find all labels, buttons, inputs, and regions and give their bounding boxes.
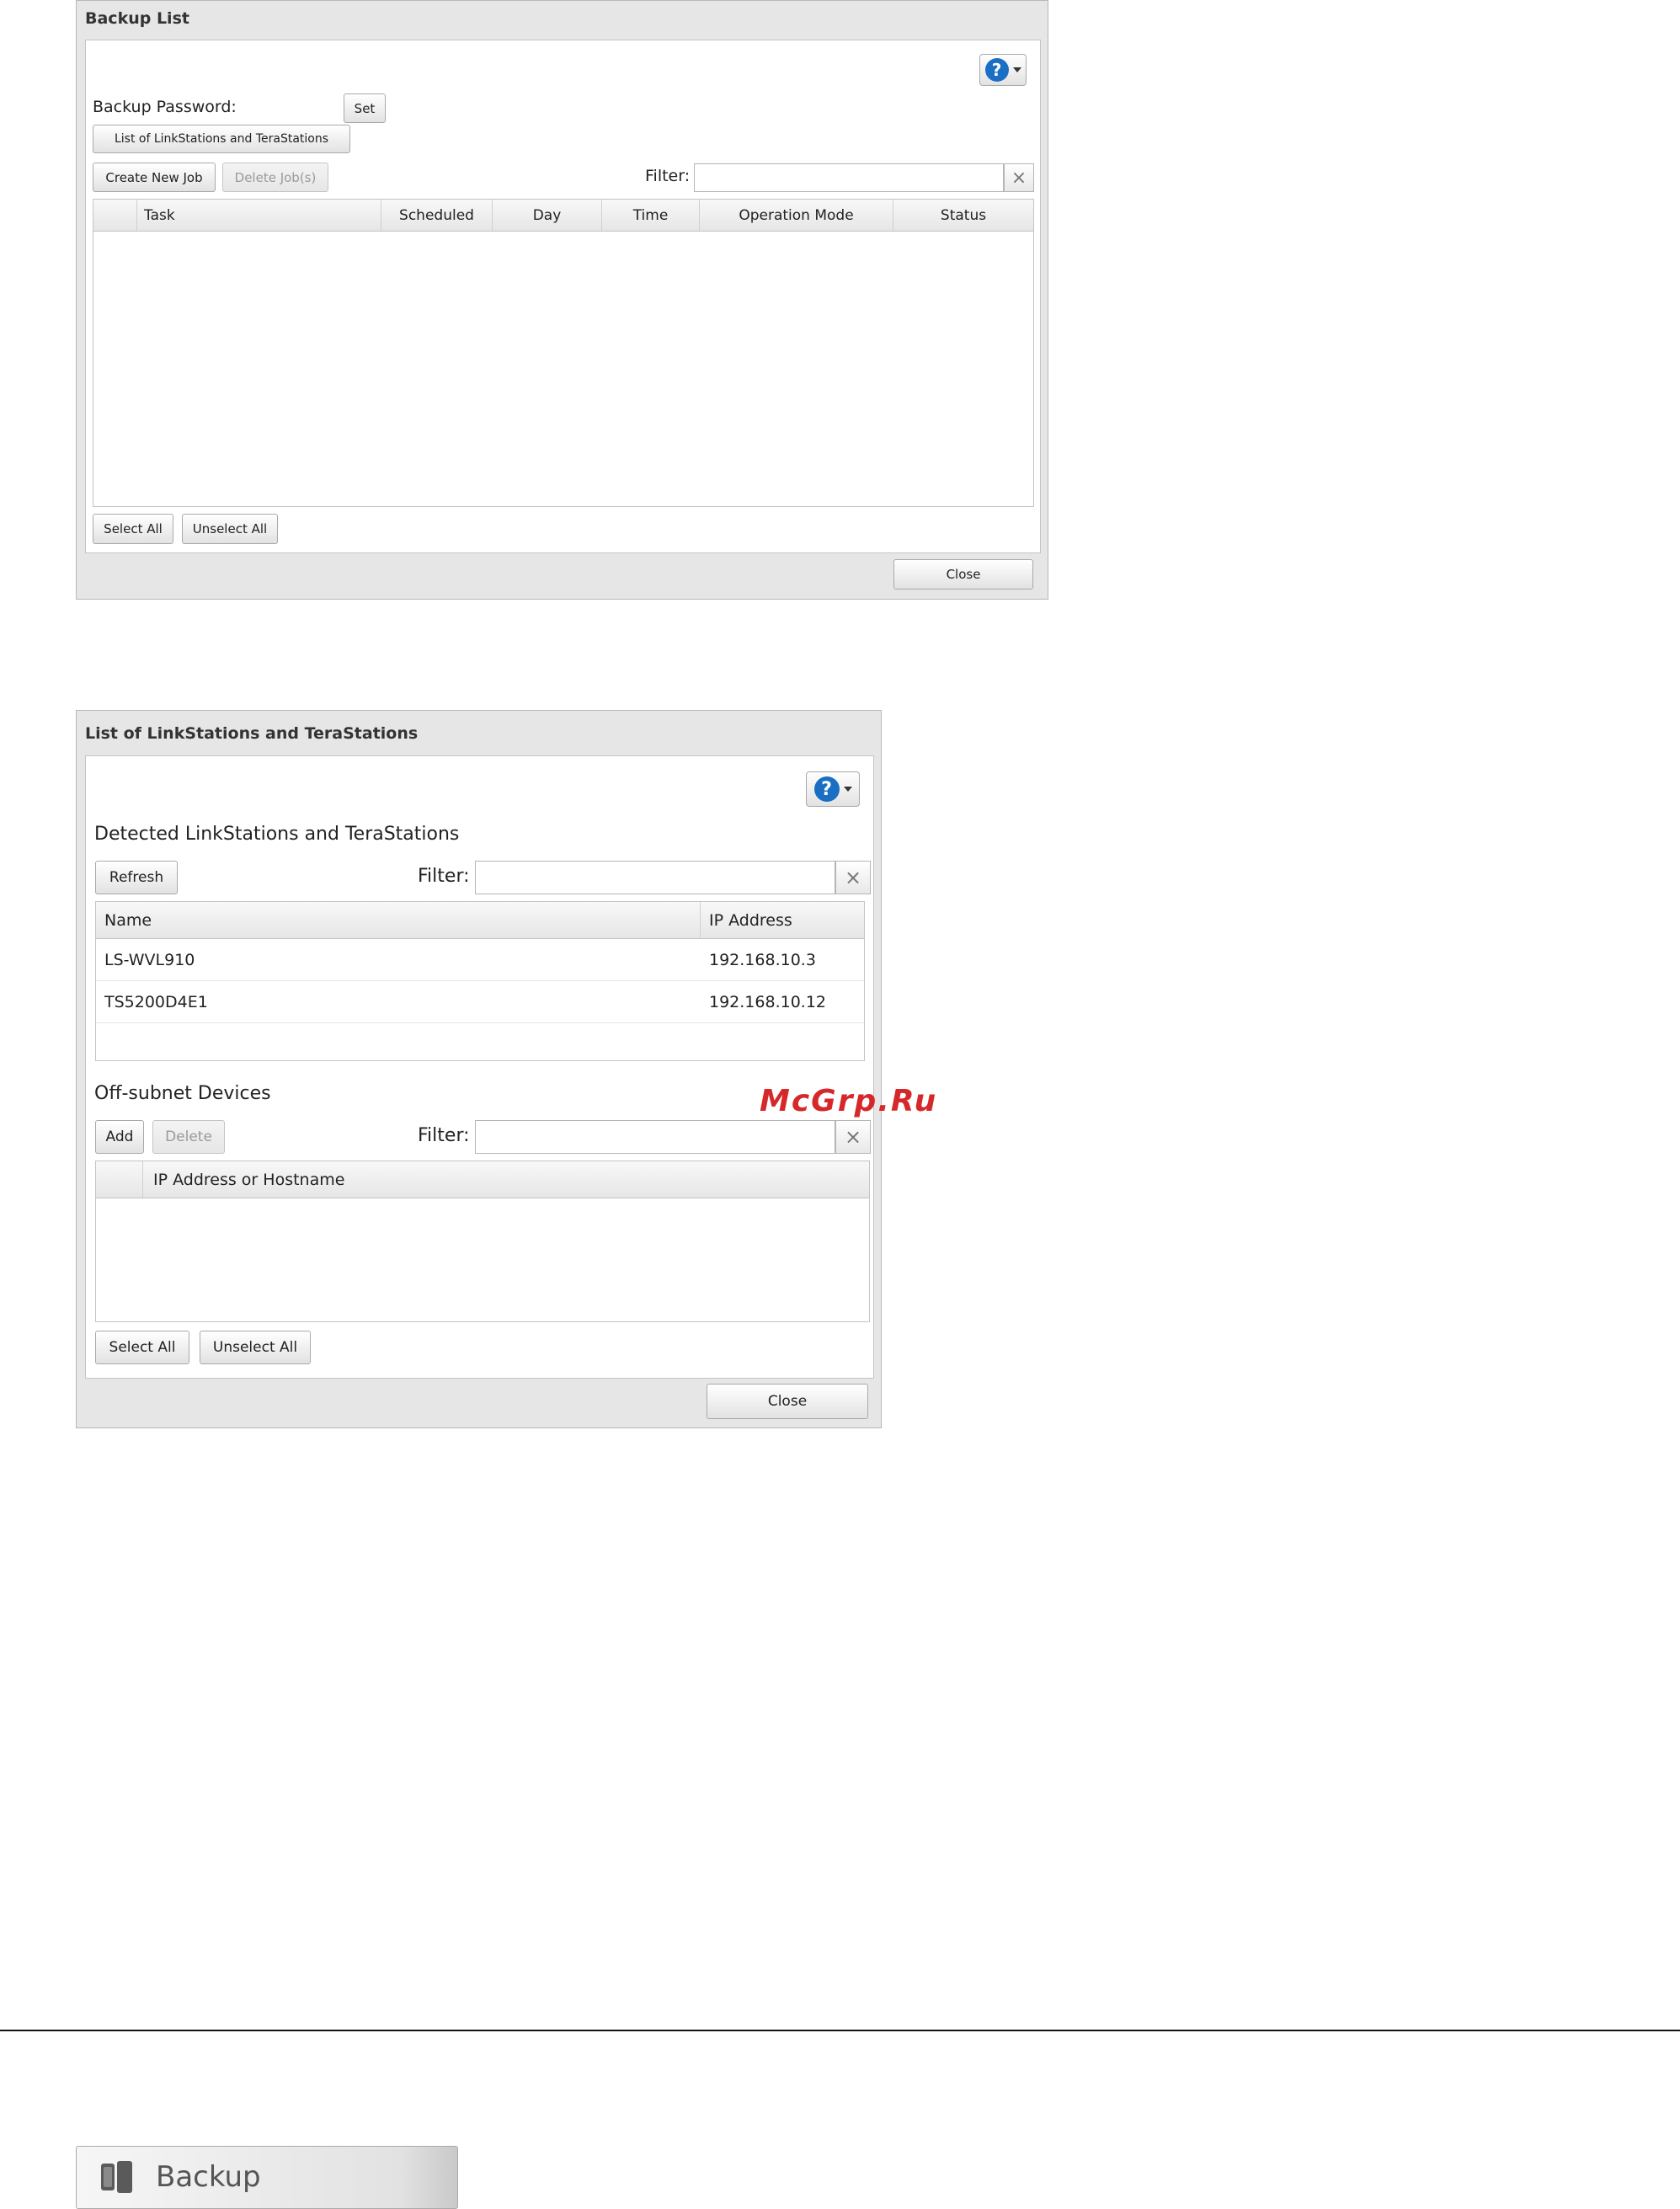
backup-list-dialog: Backup List ? Backup Password: Set List … xyxy=(76,0,1048,600)
column-header[interactable]: Status xyxy=(893,200,1033,231)
refresh-button[interactable]: Refresh xyxy=(95,861,178,894)
list-stations-button[interactable]: List of LinkStations and TeraStations xyxy=(93,125,350,153)
detected-table: Name IP Address LS-WVL910 192.168.10.3 T… xyxy=(95,901,865,1061)
backup-list-panel: ? Backup Password: Set List of LinkStati… xyxy=(85,40,1041,553)
set-password-button[interactable]: Set xyxy=(344,93,386,123)
filter-clear-icon[interactable]: × xyxy=(835,1120,871,1154)
detected-heading: Detected LinkStations and TeraStations xyxy=(94,824,460,845)
dialog-title: List of LinkStations and TeraStations xyxy=(85,724,419,743)
device-ip: 192.168.10.3 xyxy=(709,950,816,969)
device-ip: 192.168.10.12 xyxy=(709,992,827,1011)
help-icon: ? xyxy=(984,58,1009,82)
stations-panel: ? Detected LinkStations and TeraStations… xyxy=(85,755,874,1379)
offsubnet-table: IP Address or Hostname xyxy=(95,1161,870,1322)
stations-dialog: List of LinkStations and TeraStations ? … xyxy=(76,710,882,1428)
close-button[interactable]: Close xyxy=(893,559,1033,590)
help-button[interactable]: ? xyxy=(806,771,860,807)
offsubnet-filter-input[interactable] xyxy=(475,1120,835,1154)
jobs-table-header: Task Scheduled Day Time Operation Mode S… xyxy=(93,200,1033,232)
column-header[interactable]: IP Address or Hostname xyxy=(143,1161,869,1198)
column-header[interactable]: Task xyxy=(137,200,381,231)
column-header[interactable]: IP Address xyxy=(701,902,864,938)
device-name: TS5200D4E1 xyxy=(104,992,208,1011)
delete-jobs-button[interactable]: Delete Job(s) xyxy=(222,163,328,192)
jobs-table: Task Scheduled Day Time Operation Mode S… xyxy=(93,199,1034,507)
column-header[interactable]: Name xyxy=(96,902,701,938)
filter-label: Filter: xyxy=(645,167,691,185)
filter-input[interactable] xyxy=(694,163,1004,192)
backup-icon xyxy=(101,2161,132,2193)
unselect-all-button[interactable]: Unselect All xyxy=(200,1331,311,1364)
delete-device-button[interactable]: Delete xyxy=(152,1120,225,1154)
help-button[interactable]: ? xyxy=(979,54,1027,86)
help-icon: ? xyxy=(813,776,840,802)
column-header[interactable]: Operation Mode xyxy=(700,200,893,231)
backup-password-label: Backup Password: xyxy=(93,98,237,116)
chevron-down-icon xyxy=(1012,67,1021,72)
column-header[interactable]: Time xyxy=(602,200,700,231)
offsubnet-table-header: IP Address or Hostname xyxy=(96,1161,869,1198)
backup-menu-label: Backup xyxy=(156,2160,261,2194)
filter-input[interactable] xyxy=(475,861,835,894)
column-header[interactable]: Scheduled xyxy=(381,200,493,231)
page-divider xyxy=(0,2030,1680,2031)
offsubnet-heading: Off-subnet Devices xyxy=(94,1083,271,1104)
close-button[interactable]: Close xyxy=(707,1384,868,1419)
filter-label: Filter: xyxy=(418,1125,470,1146)
device-name: LS-WVL910 xyxy=(104,950,195,969)
column-header[interactable]: Day xyxy=(493,200,602,231)
checkbox-column-header[interactable] xyxy=(93,200,137,231)
filter-label: Filter: xyxy=(418,866,470,887)
table-row[interactable]: LS-WVL910 192.168.10.3 xyxy=(96,939,864,981)
backup-menu-bar[interactable]: Backup xyxy=(76,2146,458,2209)
detected-table-header: Name IP Address xyxy=(96,902,864,939)
filter-clear-icon[interactable]: × xyxy=(1004,163,1034,192)
add-device-button[interactable]: Add xyxy=(95,1120,144,1154)
select-all-button[interactable]: Select All xyxy=(93,514,173,544)
chevron-down-icon xyxy=(843,787,852,792)
dialog-title: Backup List xyxy=(85,9,189,28)
table-row[interactable]: TS5200D4E1 192.168.10.12 xyxy=(96,981,864,1023)
unselect-all-button[interactable]: Unselect All xyxy=(182,514,278,544)
create-new-job-button[interactable]: Create New Job xyxy=(93,163,216,192)
watermark-text: McGrp.Ru xyxy=(760,1084,938,1118)
filter-clear-icon[interactable]: × xyxy=(835,861,871,894)
select-all-button[interactable]: Select All xyxy=(95,1331,189,1364)
checkbox-column-header[interactable] xyxy=(96,1161,143,1198)
